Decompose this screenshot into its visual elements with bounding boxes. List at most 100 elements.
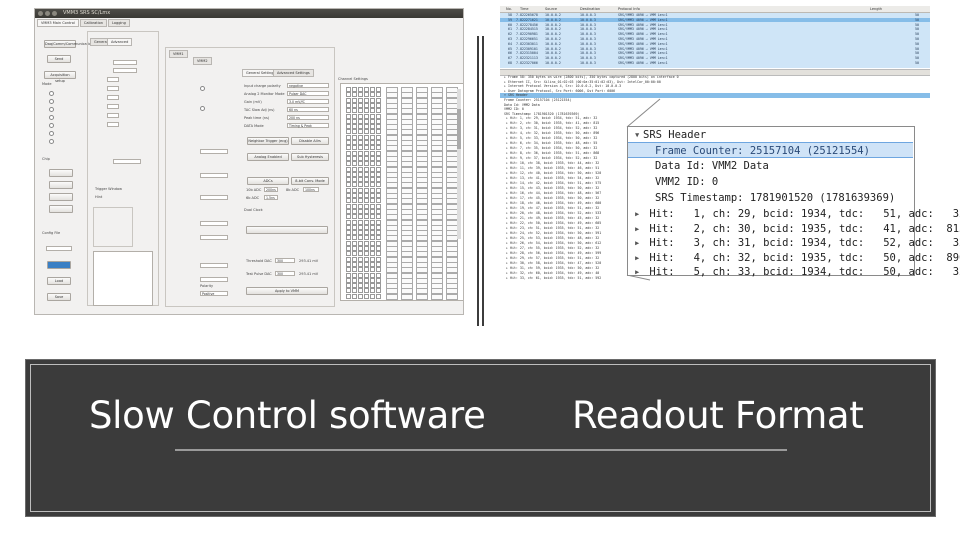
channel-checkbox[interactable] — [364, 251, 369, 257]
channel-checkbox[interactable] — [346, 140, 351, 145]
config-file-field[interactable] — [46, 246, 72, 251]
param-field-1[interactable] — [107, 77, 119, 82]
channel-checkbox[interactable] — [358, 224, 363, 230]
hit-line[interactable]: ▸ Hit: 6, ch: 34, bcid: 1935, tdc: 48, a… — [506, 141, 597, 146]
channel-checkbox[interactable] — [358, 261, 363, 267]
channel-checkbox[interactable] — [370, 203, 375, 209]
channel-checkbox[interactable] — [358, 272, 363, 278]
maximize-window-button[interactable] — [52, 11, 57, 16]
channel-checkbox[interactable] — [358, 235, 363, 241]
channel-checkbox[interactable] — [364, 288, 369, 294]
vmm-select-3[interactable] — [200, 195, 228, 200]
tab-vmm1[interactable]: VMM1 — [169, 50, 188, 58]
channel-checkbox[interactable] — [358, 230, 363, 236]
channel-dropdown[interactable] — [416, 293, 428, 300]
channel-checkbox[interactable] — [358, 102, 363, 108]
mode-radio-6[interactable] — [49, 131, 54, 136]
channel-checkbox[interactable] — [376, 277, 381, 283]
mode-radio-3[interactable] — [49, 107, 54, 112]
acquisition-button[interactable]: Acquisition setup — [44, 71, 76, 83]
tab-advanced[interactable]: Advanced — [107, 38, 133, 46]
channel-checkbox[interactable] — [364, 267, 369, 273]
channel-checkbox[interactable] — [376, 193, 381, 198]
channel-checkbox[interactable] — [352, 171, 357, 177]
adc6b-select[interactable]: 1.5ns — [264, 195, 278, 200]
channel-checkbox[interactable] — [352, 288, 357, 294]
minimize-window-button[interactable] — [45, 11, 50, 16]
channel-checkbox[interactable] — [364, 155, 369, 161]
disable-all-button[interactable]: Disable Allrs — [291, 137, 329, 145]
mode-radio-2[interactable] — [49, 99, 54, 104]
open-config-button[interactable] — [47, 261, 71, 269]
channel-checkbox[interactable] — [352, 272, 357, 278]
channel-dropdown[interactable] — [386, 293, 398, 300]
channel-checkbox[interactable] — [370, 145, 375, 151]
zoom-hit-row[interactable]: ▸ Hit: 2, ch: 30, bcid: 1935, tdc: 41, a… — [634, 221, 960, 237]
channel-checkbox[interactable] — [358, 177, 363, 183]
hit-line[interactable]: ▸ Hit: 23, ch: 51, bcid: 1935, tdc: 51, … — [506, 226, 599, 231]
apply-to-vmm-button[interactable]: Apply to VMM — [246, 287, 328, 295]
param-field-3[interactable] — [107, 95, 119, 100]
channel-checkbox[interactable] — [376, 246, 381, 251]
gain-select[interactable]: 3.0 mV/fC — [287, 99, 329, 104]
hit-line[interactable]: ▸ Hit: 5, ch: 33, bcid: 1934, tdc: 50, a… — [506, 136, 597, 141]
channel-checkbox[interactable] — [370, 246, 375, 251]
expand-right-icon[interactable]: ▸ — [634, 221, 643, 237]
channel-checkbox[interactable] — [358, 182, 363, 188]
channel-checkbox[interactable] — [346, 161, 351, 167]
col-no[interactable]: No. — [506, 7, 512, 11]
channel-checkbox[interactable] — [358, 166, 363, 172]
channel-checkbox[interactable] — [358, 124, 363, 130]
polarity-select[interactable]: Positive — [200, 291, 228, 296]
channel-checkbox[interactable] — [370, 230, 375, 236]
channel-checkbox[interactable] — [358, 283, 363, 289]
channel-checkbox[interactable] — [358, 108, 363, 114]
col-protocol-info[interactable]: Protocol Info — [618, 7, 640, 11]
neighbor-trigger-button[interactable]: Neighbor Trigger (ecg) — [247, 137, 289, 145]
channel-checkbox[interactable] — [376, 145, 381, 151]
channel-checkbox[interactable] — [376, 198, 381, 204]
channel-checkbox[interactable] — [376, 92, 381, 98]
channel-checkbox[interactable] — [370, 224, 375, 230]
channel-checkbox[interactable] — [352, 134, 357, 140]
channel-checkbox[interactable] — [358, 140, 363, 145]
hit-line[interactable]: ▸ Hit: 11, ch: 39, bcid: 1935, tdc: 46, … — [506, 166, 599, 171]
chip-button-1[interactable] — [49, 169, 73, 177]
channel-checkbox[interactable] — [346, 124, 351, 130]
channel-checkbox[interactable] — [364, 214, 369, 220]
channel-checkbox[interactable] — [346, 214, 351, 220]
packet-row[interactable]: 68 7.822327066 10.0.0.2 10.0.0.3 SRS/VMM3 40… — [500, 61, 930, 66]
col-length[interactable]: Length — [870, 7, 882, 11]
channel-checkbox[interactable] — [376, 288, 381, 294]
channel-checkbox[interactable] — [364, 193, 369, 198]
channel-checkbox[interactable] — [364, 256, 369, 262]
channel-checkbox[interactable] — [352, 187, 357, 193]
tab-main-control[interactable]: VMM3 Main Control — [37, 19, 79, 27]
channel-checkbox[interactable] — [376, 251, 381, 257]
channel-checkbox[interactable] — [346, 293, 351, 299]
channel-checkbox[interactable] — [346, 277, 351, 283]
channel-checkbox[interactable] — [352, 219, 357, 225]
hit-line[interactable]: ▸ Hit: 10, ch: 38, bcid: 1935, tdc: 44, … — [506, 161, 599, 166]
channel-checkbox[interactable] — [346, 145, 351, 151]
sub-hysteresis-button[interactable]: Sub Hysteresis — [291, 153, 329, 161]
channel-checkbox[interactable] — [346, 182, 351, 188]
channel-checkbox[interactable] — [370, 256, 375, 262]
channel-checkbox[interactable] — [364, 272, 369, 278]
channel-checkbox[interactable] — [370, 118, 375, 124]
channel-checkbox[interactable] — [352, 230, 357, 236]
channel-checkbox[interactable] — [352, 277, 357, 283]
zoom-hit-row[interactable]: ▸ Hit: 4, ch: 32, bcid: 1935, tdc: 50, a… — [634, 250, 960, 266]
channel-checkbox[interactable] — [376, 261, 381, 267]
8bit-conv-button[interactable]: 8-bit Conv. Mode — [291, 177, 329, 185]
channel-checkbox[interactable] — [358, 267, 363, 273]
channel-checkbox[interactable] — [370, 208, 375, 214]
channel-checkbox[interactable] — [346, 134, 351, 140]
channel-checkbox[interactable] — [376, 118, 381, 124]
channel-checkbox[interactable] — [364, 198, 369, 204]
param-field-5[interactable] — [107, 113, 119, 118]
channel-checkbox[interactable] — [364, 235, 369, 241]
channel-checkbox[interactable] — [370, 113, 375, 119]
channel-checkbox[interactable] — [364, 208, 369, 214]
channel-checkbox[interactable] — [352, 224, 357, 230]
